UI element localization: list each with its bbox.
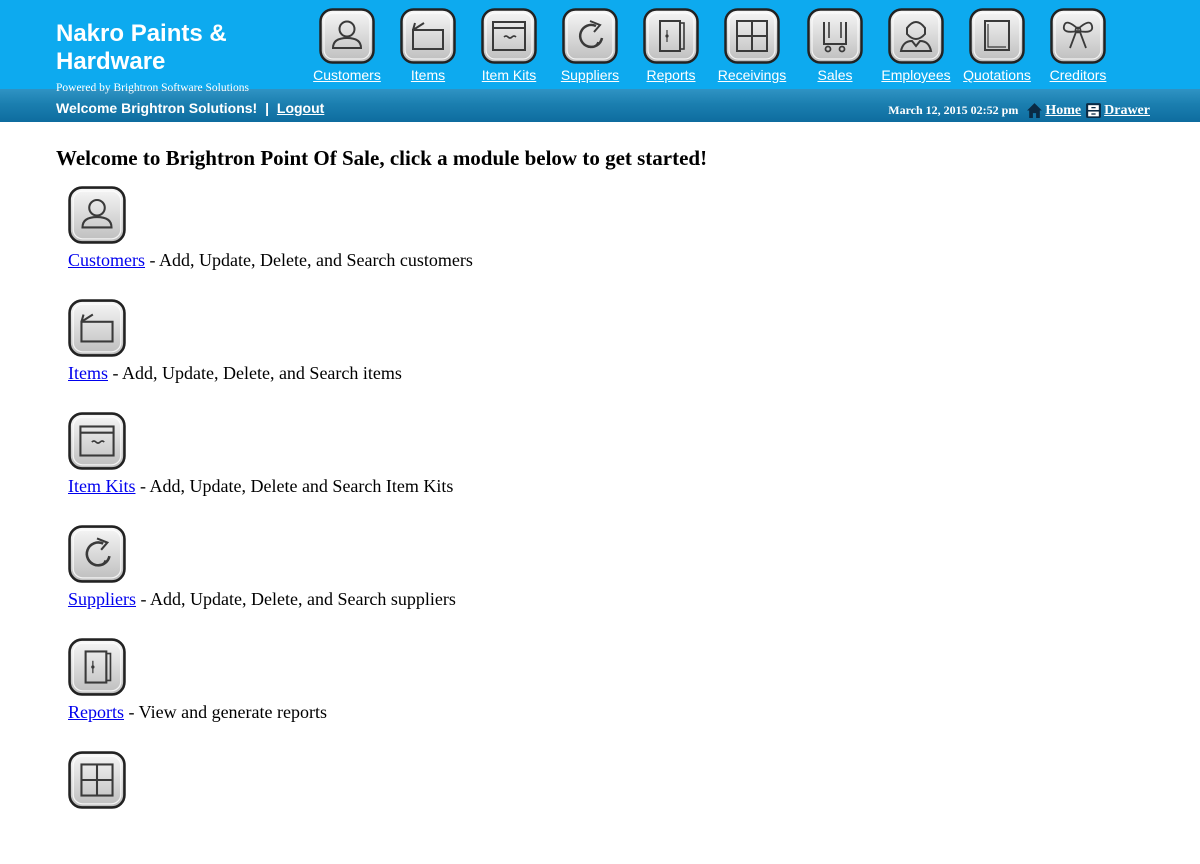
company-name: Nakro Paints & Hardware <box>56 20 227 75</box>
module-description: - Add, Update, Delete, and Search custom… <box>145 250 473 270</box>
creditors-icon-graphic <box>1050 8 1106 64</box>
suppliers-icon[interactable] <box>68 525 126 583</box>
module-link-reports[interactable]: Reports <box>68 702 124 722</box>
receivings-icon[interactable] <box>724 8 780 64</box>
welcome-text: Welcome Brightron Solutions! <box>56 100 258 116</box>
items-icon-graphic <box>400 8 456 64</box>
nav-item-suppliers[interactable]: Suppliers <box>549 6 631 83</box>
item-kits-icon-graphic <box>68 412 126 470</box>
module-description: - Add, Update, Delete, and Search items <box>108 363 402 383</box>
drawer-link[interactable]: Drawer <box>1081 102 1150 119</box>
nav-item-creditors[interactable]: Creditors <box>1037 6 1119 83</box>
home-link[interactable]: Home <box>1022 102 1081 119</box>
employees-icon-graphic <box>888 8 944 64</box>
nav-item-employees[interactable]: Employees <box>875 6 957 83</box>
nav-label[interactable]: Items <box>387 67 469 83</box>
module-item-kits: Item Kits - Add, Update, Delete and Sear… <box>68 412 1156 525</box>
welcome-line: Welcome Brightron Solutions! | Logout <box>56 100 324 116</box>
module-line: Reports - View and generate reports <box>68 702 327 723</box>
receivings-icon-graphic <box>724 8 780 64</box>
home-label[interactable]: Home <box>1045 103 1081 119</box>
sales-icon-graphic <box>807 8 863 64</box>
customer-icon[interactable] <box>68 186 126 244</box>
items-icon[interactable] <box>68 299 126 357</box>
nav-label[interactable]: Employees <box>875 67 957 83</box>
sales-icon[interactable] <box>807 8 863 64</box>
powered-by-text: Powered by Brightron Software Solutions <box>56 82 249 94</box>
nav-label[interactable]: Creditors <box>1037 67 1119 83</box>
receivings-icon[interactable] <box>68 751 126 809</box>
nav-label[interactable]: Suppliers <box>549 67 631 83</box>
customer-icon-graphic <box>68 186 126 244</box>
header-bar: Nakro Paints & Hardware Powered by Brigh… <box>0 0 1200 122</box>
main-content: Welcome to Brightron Point Of Sale, clic… <box>56 140 1156 864</box>
drawer-label[interactable]: Drawer <box>1104 103 1150 119</box>
customer-icon-graphic <box>319 8 375 64</box>
item-kits-icon[interactable] <box>481 8 537 64</box>
suppliers-icon[interactable] <box>562 8 618 64</box>
module-description: - Add, Update, Delete, and Search suppli… <box>136 589 456 609</box>
module-line: Items - Add, Update, Delete, and Search … <box>68 363 402 384</box>
creditors-icon[interactable] <box>1050 8 1106 64</box>
module-description: - View and generate reports <box>124 702 328 722</box>
nav-item-customers[interactable]: Customers <box>306 6 388 83</box>
nav-item-items[interactable]: Items <box>387 6 469 83</box>
nav-item-receivings[interactable]: Receivings <box>711 6 793 83</box>
drawer-icon <box>1086 103 1102 118</box>
module-description: - Add, Update, Delete and Search Item Ki… <box>135 476 454 496</box>
suppliers-icon-graphic <box>562 8 618 64</box>
module-suppliers: Suppliers - Add, Update, Delete, and Sea… <box>68 525 1156 638</box>
item-kits-icon-graphic <box>481 8 537 64</box>
nav-label[interactable]: Reports <box>630 67 712 83</box>
module-line: Customers - Add, Update, Delete, and Sea… <box>68 250 473 271</box>
nav-label[interactable]: Customers <box>306 67 388 83</box>
nav-item-sales[interactable]: Sales <box>794 6 876 83</box>
datetime-area: March 12, 2015 02:52 pm Home Drawer <box>888 102 1150 119</box>
quotations-icon[interactable] <box>969 8 1025 64</box>
nav-item-reports[interactable]: Reports <box>630 6 712 83</box>
module-receivings <box>68 751 1156 864</box>
reports-icon[interactable] <box>68 638 126 696</box>
logout-link[interactable]: Logout <box>277 100 324 116</box>
nav-item-quotations[interactable]: Quotations <box>956 6 1038 83</box>
items-icon[interactable] <box>400 8 456 64</box>
nav-label[interactable]: Item Kits <box>468 67 550 83</box>
page-title: Welcome to Brightron Point Of Sale, clic… <box>56 146 708 170</box>
home-icon <box>1027 103 1043 118</box>
quotations-icon-graphic <box>969 8 1025 64</box>
customer-icon[interactable] <box>319 8 375 64</box>
separator: | <box>265 100 270 116</box>
receivings-icon-graphic <box>68 751 126 809</box>
module-customers: Customers - Add, Update, Delete, and Sea… <box>68 186 1156 299</box>
suppliers-icon-graphic <box>68 525 126 583</box>
module-link-customers[interactable]: Customers <box>68 250 145 270</box>
reports-icon-graphic <box>68 638 126 696</box>
module-items: Items - Add, Update, Delete, and Search … <box>68 299 1156 412</box>
nav-label[interactable]: Receivings <box>711 67 793 83</box>
datetime-text: March 12, 2015 02:52 pm <box>888 103 1019 117</box>
reports-icon[interactable] <box>643 8 699 64</box>
module-line: Item Kits - Add, Update, Delete and Sear… <box>68 476 453 497</box>
nav-label[interactable]: Quotations <box>956 67 1038 83</box>
employees-icon[interactable] <box>888 8 944 64</box>
reports-icon-graphic <box>643 8 699 64</box>
item-kits-icon[interactable] <box>68 412 126 470</box>
module-list: Customers - Add, Update, Delete, and Sea… <box>56 186 1156 864</box>
module-line: Suppliers - Add, Update, Delete, and Sea… <box>68 589 456 610</box>
nav-item-item-kits[interactable]: Item Kits <box>468 6 550 83</box>
module-link-suppliers[interactable]: Suppliers <box>68 589 136 609</box>
items-icon-graphic <box>68 299 126 357</box>
nav-label[interactable]: Sales <box>794 67 876 83</box>
module-reports: Reports - View and generate reports <box>68 638 1156 751</box>
module-link-item-kits[interactable]: Item Kits <box>68 476 136 496</box>
module-link-items[interactable]: Items <box>68 363 108 383</box>
